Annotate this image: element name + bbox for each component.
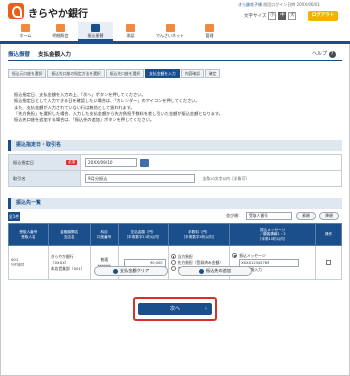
step-3: 振込先口座を選択	[105, 69, 145, 78]
radio-selected-icon	[232, 253, 238, 258]
section-header-list: 振込先一覧	[8, 198, 342, 209]
step-5: 内容確認	[180, 69, 204, 78]
col-amount: 支払金額（円） ［半角数字11桁以内］	[117, 223, 169, 246]
chevron-right-icon: ›	[205, 306, 207, 312]
last-login: 前回ログイン日時 20XX/06/01	[263, 2, 320, 7]
col-message: 振込メッセージ ／顧客情報1・2 ［半角10桁以内］	[229, 223, 317, 246]
transaction-name-note: 全角10文字以内［半角可］	[202, 175, 249, 181]
bank-name: きらやか銀行	[28, 9, 88, 20]
txn-label-cell: 取引名	[8, 170, 81, 187]
instructions: 振込指定日、支払金額を入力の上、「次へ」ボタンを押してください。 振込指定日とし…	[14, 92, 223, 123]
calendar-icon[interactable]	[140, 158, 150, 167]
payee-table: 受取人番号 受取人名 金融機関名 支店名 科目 口座番号 支払金額（円） ［半角…	[8, 223, 342, 280]
row-checkbox[interactable]	[326, 259, 332, 265]
add-payee-button[interactable]: 振込先の追加	[178, 266, 252, 276]
font-size-small[interactable]: 小	[268, 12, 277, 20]
help-link[interactable]: ヘルプ ?	[312, 50, 336, 58]
table-row: 001 ｷﾗﾔｶﾀﾛｳ きらやか銀行（0XXX） 本店営業部（001） 普通 *…	[8, 245, 342, 280]
sort-label: 並び順：	[226, 213, 242, 218]
nav-statement[interactable]: 明細照会	[43, 22, 78, 41]
col-receiver: 受取人番号 受取人名	[8, 223, 49, 246]
col-bank: 金融機関名 支店名	[47, 223, 91, 246]
nav-home[interactable]: ホーム	[8, 22, 43, 41]
transfer-date-input[interactable]: 20XX/09/10	[85, 158, 137, 167]
transaction-name-input[interactable]: 9月分振込	[85, 174, 195, 183]
radio-icon	[170, 266, 176, 271]
nav-underline	[0, 41, 350, 44]
home-icon	[21, 24, 30, 32]
step-2: 振込先口座の指定方法を選択	[47, 69, 105, 78]
nav-admin[interactable]: 管理	[192, 22, 227, 41]
total-count-badge: 全1件	[8, 212, 20, 221]
bank-logo-icon	[8, 3, 24, 19]
nav-transfer[interactable]: 振込振替	[78, 22, 113, 41]
title-divider	[8, 60, 342, 61]
date-form-table: 振込指定日 必須 20XX/09/10 取引名 9月分振込 全角10文字以内［半…	[8, 154, 342, 187]
list-toolbar: 全1件 並び順： 受取人番号 昇順 降順	[8, 212, 342, 222]
branch-name-cell: 本店営業部（001）	[50, 265, 85, 271]
col-fee: 手数料（円） ［半角数字4桁以内］	[167, 223, 231, 246]
clear-icon	[112, 268, 118, 274]
section-header-date: 振込指定日・取引名	[8, 140, 342, 151]
next-button[interactable]: 次へ ›	[138, 303, 212, 315]
col-account: 科目 口座番号	[89, 223, 119, 246]
user-name: きら銀花子様	[238, 2, 262, 7]
step-1: 振込元口座を選択	[8, 69, 47, 78]
font-size-label: 文字サイズ	[244, 14, 267, 19]
sort-select[interactable]: 受取人番号	[246, 212, 292, 220]
nav-densai[interactable]: でんさいネット	[148, 22, 192, 41]
next-button-highlight: 次へ ›	[133, 297, 217, 321]
admin-icon	[205, 24, 214, 32]
plus-icon	[198, 268, 204, 274]
nav-approval[interactable]: 承認	[113, 22, 148, 41]
step-6: 確定	[204, 69, 221, 78]
font-size-control: 文字サイズ 小 中 大	[244, 12, 297, 20]
help-icon: ?	[328, 51, 336, 58]
font-size-medium[interactable]: 中	[278, 12, 287, 20]
clear-amount-button[interactable]: 支払金額クリア	[94, 266, 168, 276]
page-title: 振込振替 支払金額入力	[8, 50, 71, 58]
logout-button[interactable]: ログアウト	[308, 11, 338, 21]
font-size-large[interactable]: 大	[288, 12, 297, 20]
statement-icon	[56, 24, 65, 32]
step-indicator: 振込元口座を選択 振込先口座の指定方法を選択 振込先口座を選択 支払金額を入力 …	[8, 69, 342, 78]
table-header-row: 受取人番号 受取人名 金融機関名 支店名 科目 口座番号 支払金額（円） ［半角…	[8, 223, 342, 246]
sort-asc-button[interactable]: 昇順	[296, 212, 316, 220]
required-badge: 必須	[66, 160, 77, 165]
date-label-cell: 振込指定日 必須	[8, 154, 81, 171]
radio-selected-icon	[170, 254, 176, 259]
page-title-text: 支払金額入力	[37, 52, 71, 58]
global-nav: ホーム 明細照会 振込振替 承認 でんさいネット 管理	[0, 22, 350, 41]
col-action: 操作	[315, 223, 342, 246]
step-4-current: 支払金額を入力	[145, 69, 180, 78]
sort-desc-button[interactable]: 降順	[319, 212, 339, 220]
approval-icon	[126, 24, 135, 32]
densai-icon	[165, 24, 175, 32]
bank-name-cell: きらやか銀行（0XXX）	[50, 253, 74, 265]
radio-icon	[170, 260, 176, 265]
transfer-icon	[91, 24, 100, 32]
user-info: きら銀花子様 前回ログイン日時 20XX/06/01	[238, 2, 320, 8]
page-code: 振込振替	[8, 52, 31, 58]
receiver-name: ｷﾗﾔｶﾀﾛｳ	[11, 262, 25, 267]
